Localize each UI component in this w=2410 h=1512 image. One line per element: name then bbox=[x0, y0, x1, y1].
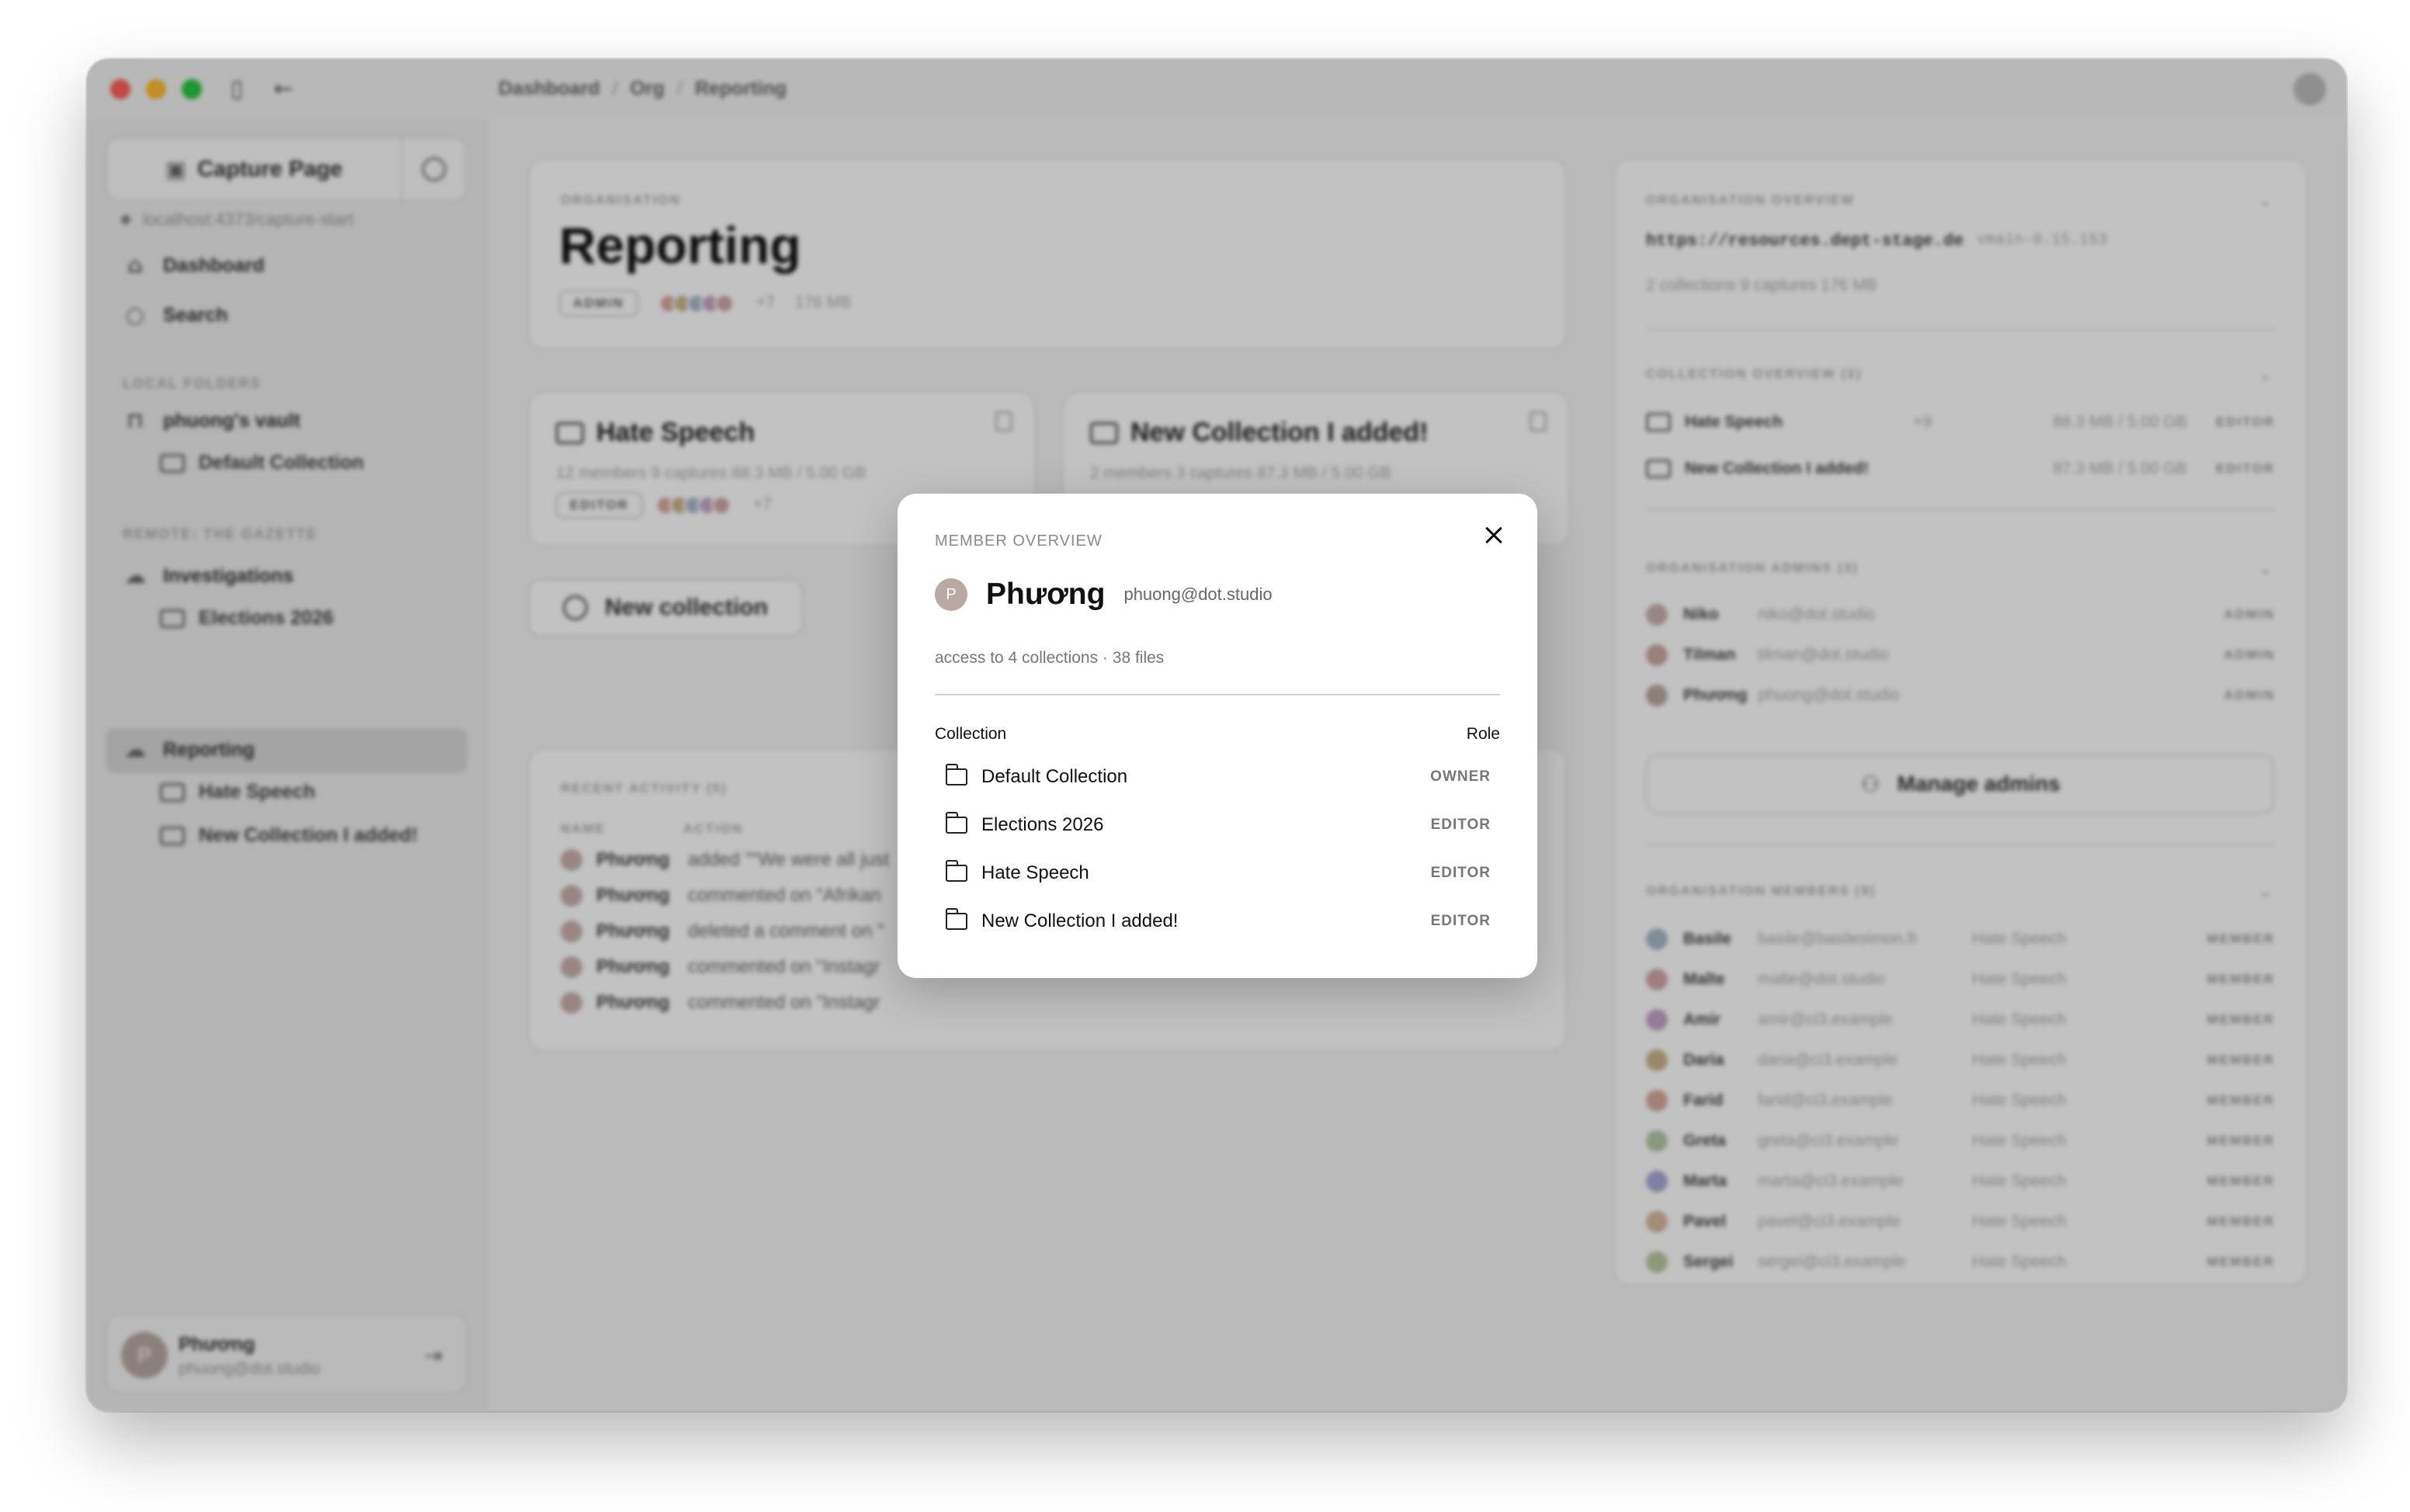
folder-icon bbox=[945, 812, 967, 834]
collection-row[interactable]: Hate Speech EDITOR bbox=[935, 849, 1500, 897]
avatar: P bbox=[935, 578, 967, 611]
collection-row[interactable]: Elections 2026 EDITOR bbox=[935, 801, 1500, 849]
member-stats: access to 4 collections · 38 files bbox=[935, 649, 1165, 667]
folder-icon bbox=[945, 764, 967, 785]
column-header-collection: Collection bbox=[935, 725, 1007, 743]
folder-icon bbox=[945, 908, 967, 930]
member-email: phuong@dot.studio bbox=[1123, 584, 1273, 604]
role-label: EDITOR bbox=[1430, 913, 1491, 929]
collection-name: Elections 2026 bbox=[981, 814, 1104, 835]
collection-row[interactable]: New Collection I added! EDITOR bbox=[935, 897, 1500, 945]
member-name: Phương bbox=[986, 577, 1106, 611]
role-label: EDITOR bbox=[1430, 865, 1491, 881]
modal-label: MEMBER OVERVIEW bbox=[935, 532, 1103, 550]
divider bbox=[935, 694, 1500, 695]
member-overview-modal: MEMBER OVERVIEW P Phương phuong@dot.stud… bbox=[898, 494, 1537, 978]
collection-name: New Collection I added! bbox=[981, 910, 1179, 931]
column-header-role: Role bbox=[1466, 725, 1500, 743]
member-header: P Phương phuong@dot.studio bbox=[935, 577, 1273, 612]
folder-icon bbox=[945, 860, 967, 882]
collection-row[interactable]: Default Collection OWNER bbox=[935, 753, 1500, 801]
role-label: EDITOR bbox=[1430, 817, 1491, 833]
collection-name: Hate Speech bbox=[981, 862, 1089, 883]
collection-name: Default Collection bbox=[981, 766, 1128, 787]
role-label: OWNER bbox=[1430, 768, 1491, 785]
close-icon[interactable] bbox=[1480, 522, 1508, 550]
